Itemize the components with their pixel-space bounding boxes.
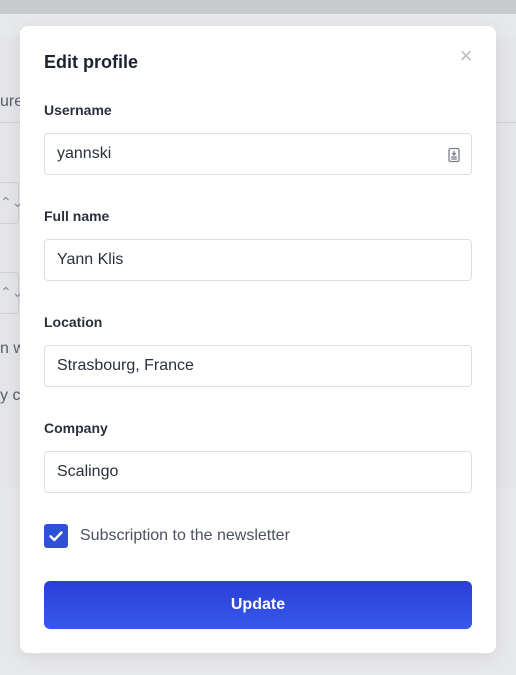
close-icon[interactable]: × [454,44,478,68]
company-label: Company [44,420,108,436]
edit-profile-modal: Edit profile × Username Full name Locati… [20,26,496,653]
chevron-updown-icon: ⌃⌄ [0,194,24,210]
company-input[interactable] [44,451,472,493]
location-label: Location [44,314,103,330]
username-label: Username [44,102,112,118]
username-input[interactable] [44,133,472,175]
update-button[interactable]: Update [44,581,472,629]
full-name-label: Full name [44,208,110,224]
newsletter-checkbox[interactable] [44,524,68,548]
full-name-input[interactable] [44,239,472,281]
background-text: y c [0,387,21,404]
chevron-updown-icon: ⌃⌄ [0,284,24,300]
location-input[interactable] [44,345,472,387]
password-manager-icon[interactable] [446,147,462,163]
checkmark-icon [49,531,63,542]
newsletter-label[interactable]: Subscription to the newsletter [80,527,290,545]
modal-title: Edit profile [44,52,138,72]
background-header [0,0,516,14]
